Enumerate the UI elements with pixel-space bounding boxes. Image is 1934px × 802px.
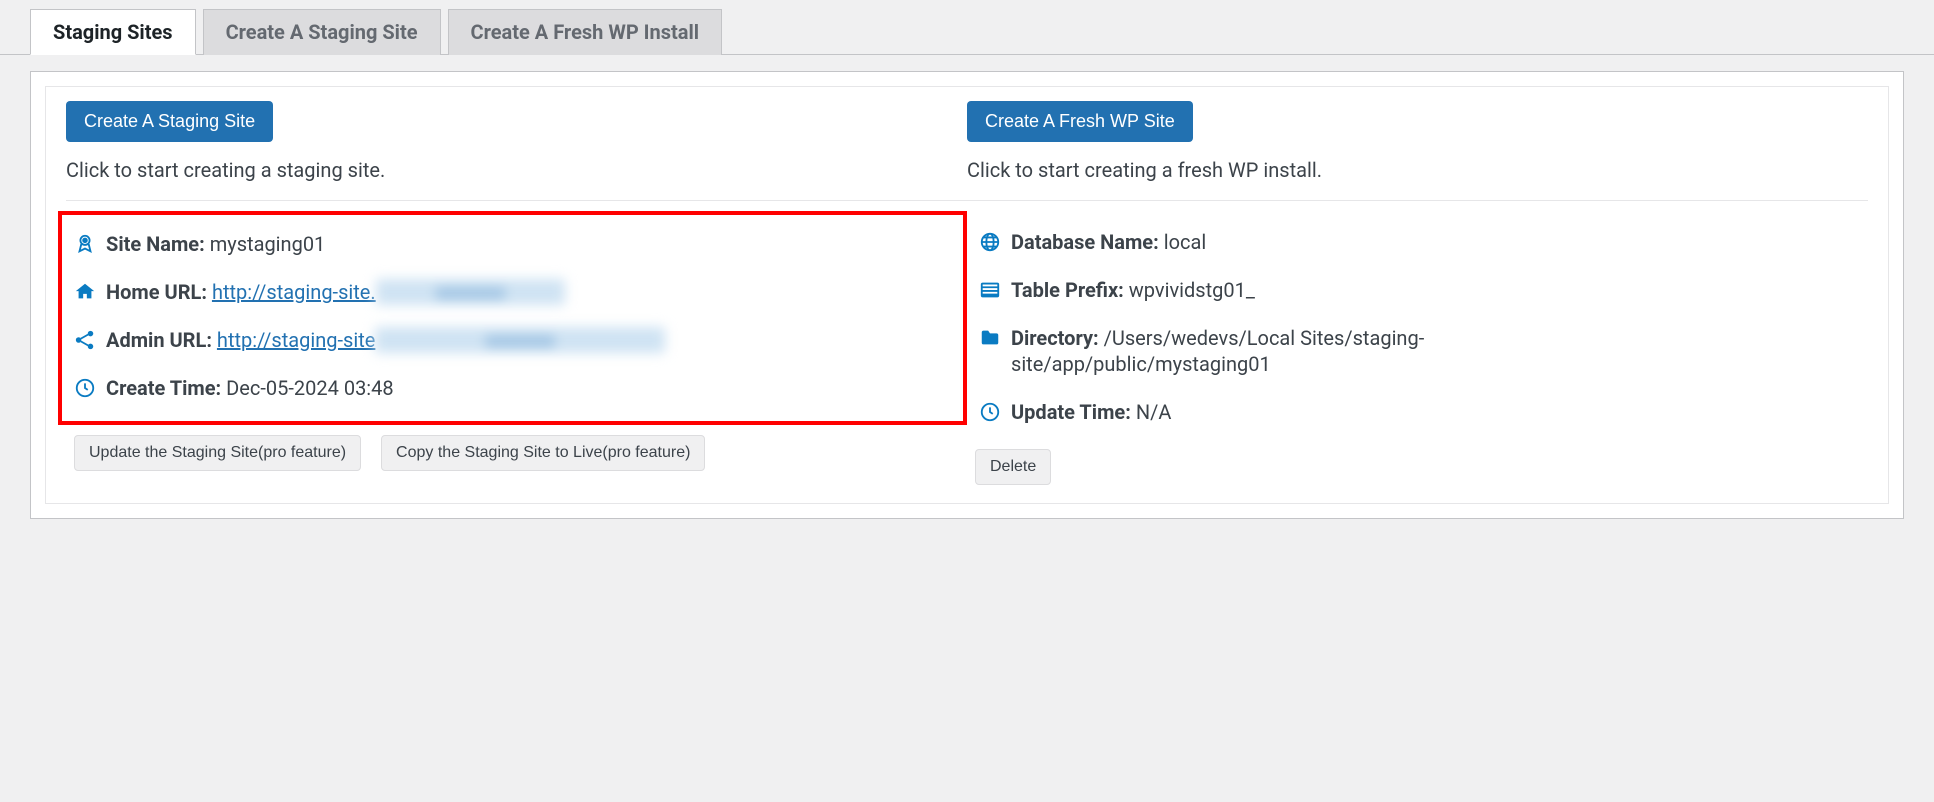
tab-bar: Staging Sites Create A Staging Site Crea… — [0, 0, 1934, 55]
tab-create-fresh[interactable]: Create A Fresh WP Install — [448, 9, 723, 55]
directory-line: Directory: /Users/wedevs/Local Sites/sta… — [979, 325, 1856, 377]
copy-to-live-button[interactable]: Copy the Staging Site to Live(pro featur… — [381, 435, 705, 471]
home-icon — [74, 281, 96, 303]
db-name-label: Database Name: — [1011, 230, 1159, 254]
site-name-label: Site Name: — [106, 232, 205, 256]
panel-inner: Create A Staging Site Click to start cre… — [45, 86, 1889, 504]
delete-button[interactable]: Delete — [975, 449, 1051, 485]
highlighted-site-info: Site Name: mystaging01 Home — [58, 211, 967, 425]
table-prefix-label: Table Prefix: — [1011, 278, 1124, 302]
list-icon — [979, 279, 1001, 301]
home-url-redacted: xxxxxxx — [376, 279, 565, 305]
admin-url-label: Admin URL: — [106, 328, 212, 352]
update-time-label: Update Time: — [1011, 400, 1131, 424]
update-time-value: N/A — [1136, 400, 1172, 424]
globe-icon — [979, 231, 1001, 253]
clock-icon — [74, 377, 96, 399]
create-fresh-button[interactable]: Create A Fresh WP Site — [967, 101, 1193, 142]
share-icon — [74, 329, 96, 351]
col-create-fresh: Create A Fresh WP Site Click to start cr… — [967, 101, 1868, 182]
col-create-staging: Create A Staging Site Click to start cre… — [66, 101, 967, 182]
db-name-value: local — [1164, 230, 1206, 254]
table-prefix-line: Table Prefix: wpvividstg01_ — [979, 277, 1856, 303]
folder-icon — [979, 327, 1001, 349]
tab-staging-sites[interactable]: Staging Sites — [30, 9, 196, 55]
helper-text-staging: Click to start creating a staging site. — [66, 158, 947, 182]
directory-label: Directory: — [1011, 326, 1099, 350]
right-actions: Delete — [967, 439, 1868, 489]
create-time-line: Create Time: Dec-05-2024 03:48 — [74, 375, 951, 401]
create-time-value: Dec-05-2024 03:48 — [226, 376, 393, 400]
site-details-right: Database Name: local — [967, 219, 1868, 489]
badge-icon — [74, 233, 96, 255]
admin-url-link[interactable]: http://staging-site — [217, 328, 375, 352]
home-url-label: Home URL: — [106, 280, 207, 304]
site-name-line: Site Name: mystaging01 — [74, 231, 951, 257]
site-details-left: Site Name: mystaging01 Home — [66, 219, 967, 489]
clock-icon — [979, 401, 1001, 423]
staging-panel: Staging Sites Create A Staging Site Crea… — [0, 0, 1934, 519]
left-actions: Update the Staging Site(pro feature) Cop… — [66, 425, 967, 475]
create-time-label: Create Time: — [106, 376, 221, 400]
top-action-row: Create A Staging Site Click to start cre… — [66, 101, 1868, 201]
update-staging-button[interactable]: Update the Staging Site(pro feature) — [74, 435, 361, 471]
admin-url-line: Admin URL: http://staging-sitexxxxxxx — [74, 327, 951, 353]
home-url-line: Home URL: http://staging-site.xxxxxxx — [74, 279, 951, 305]
site-details-row: Site Name: mystaging01 Home — [66, 201, 1868, 489]
tab-create-staging[interactable]: Create A Staging Site — [203, 9, 441, 55]
create-staging-button[interactable]: Create A Staging Site — [66, 101, 273, 142]
home-url-link[interactable]: http://staging-site. — [212, 280, 376, 304]
table-prefix-value: wpvividstg01_ — [1129, 278, 1255, 302]
site-name-value: mystaging01 — [210, 232, 326, 256]
panel-outer: Create A Staging Site Click to start cre… — [30, 71, 1904, 519]
update-time-line: Update Time: N/A — [979, 399, 1856, 425]
admin-url-redacted: xxxxxxx — [375, 327, 664, 353]
db-name-line: Database Name: local — [979, 229, 1856, 255]
helper-text-fresh: Click to start creating a fresh WP insta… — [967, 158, 1848, 182]
